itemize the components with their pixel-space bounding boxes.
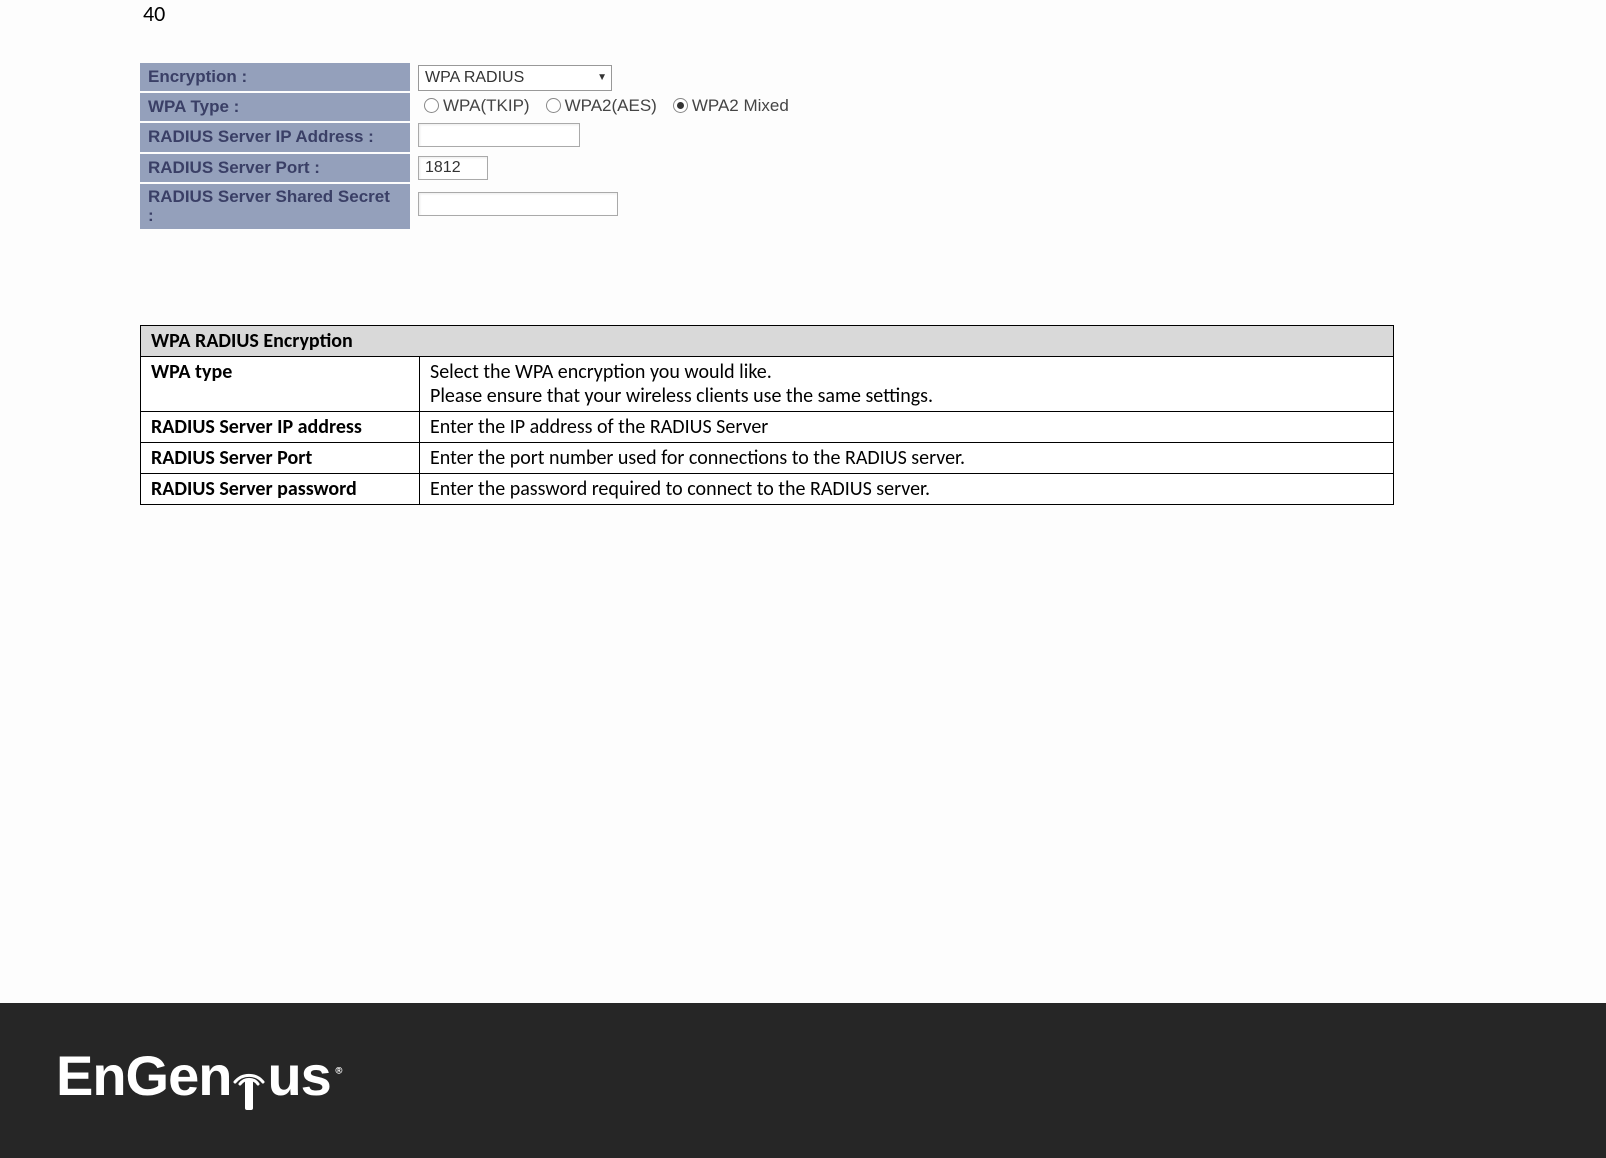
wpa-type-radio-group: WPA(TKIP) WPA2(AES) WPA2 Mixed (418, 96, 789, 116)
radius-secret-label: RADIUS Server Shared Secret : (140, 183, 410, 230)
brand-text-post: us (267, 1043, 330, 1108)
registered-mark-icon: ® (335, 1061, 346, 1088)
wpa2-aes-label: WPA2(AES) (565, 96, 657, 116)
config-panel: Encryption : WPA RADIUS ▼ WPA Type : WPA… (140, 63, 790, 231)
radius-ip-input[interactable] (418, 123, 580, 147)
description-header: WPA RADIUS Encryption (141, 326, 1394, 357)
chevron-down-icon: ▼ (597, 72, 607, 83)
wpa2-mixed-radio[interactable]: WPA2 Mixed (673, 96, 789, 116)
wpa-type-label: WPA Type : (140, 92, 410, 122)
wifi-icon (232, 1064, 266, 1110)
page-number: 40 (143, 0, 165, 27)
desc-val-radius-port: Enter the port number used for connectio… (420, 443, 1394, 474)
brand-text-pre: EnGen (56, 1043, 231, 1108)
radius-port-label: RADIUS Server Port : (140, 153, 410, 183)
radio-icon (546, 98, 561, 113)
wpa2-aes-radio[interactable]: WPA2(AES) (546, 96, 657, 116)
desc-key-wpa-type: WPA type (141, 357, 420, 412)
radius-ip-label: RADIUS Server IP Address : (140, 122, 410, 153)
desc-key-radius-ip: RADIUS Server IP address (141, 412, 420, 443)
wpa-tkip-radio[interactable]: WPA(TKIP) (424, 96, 530, 116)
desc-val-radius-password: Enter the password required to connect t… (420, 474, 1394, 505)
radio-dot-icon (677, 102, 684, 109)
encryption-select-value: WPA RADIUS (425, 69, 524, 87)
encryption-label: Encryption : (140, 63, 410, 92)
desc-val-radius-ip: Enter the IP address of the RADIUS Serve… (420, 412, 1394, 443)
radius-secret-input[interactable] (418, 192, 618, 216)
desc-val-wpa-type: Select the WPA encryption you would like… (420, 357, 1394, 412)
wpa2-mixed-label: WPA2 Mixed (692, 96, 789, 116)
footer-bar: EnGen us ® (0, 1003, 1606, 1158)
desc-key-radius-password: RADIUS Server password (141, 474, 420, 505)
radio-icon (424, 98, 439, 113)
radius-port-input[interactable]: 1812 (418, 156, 488, 180)
brand-logo: EnGen us ® (56, 1043, 346, 1108)
radio-icon (673, 98, 688, 113)
wpa-tkip-label: WPA(TKIP) (443, 96, 530, 116)
desc-key-radius-port: RADIUS Server Port (141, 443, 420, 474)
encryption-select[interactable]: WPA RADIUS ▼ (418, 65, 612, 91)
description-table: WPA RADIUS Encryption WPA type Select th… (140, 325, 1394, 505)
